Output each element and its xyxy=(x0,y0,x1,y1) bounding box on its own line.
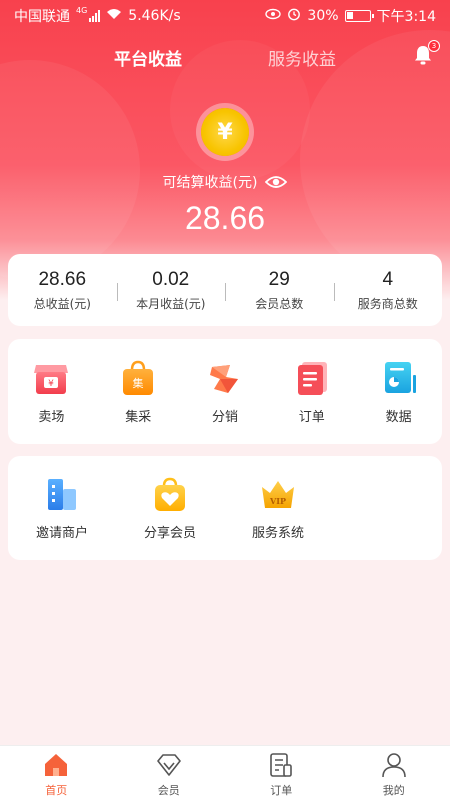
balance-value: 28.66 xyxy=(184,200,266,236)
eye-comfort-icon xyxy=(265,8,282,24)
nav-label: 会员 xyxy=(157,784,180,797)
shopping-bag-icon: 集 xyxy=(123,360,154,395)
stat-provider-count[interactable]: 4 服务商总数 xyxy=(333,268,443,312)
nav-orders[interactable]: 订单 xyxy=(225,746,338,800)
signal-icon xyxy=(89,10,101,22)
stat-label: 服务商总数 xyxy=(357,296,418,311)
stat-value: 0.02 xyxy=(152,268,190,290)
svg-text:VIP: VIP xyxy=(269,496,286,506)
svg-text:¥: ¥ xyxy=(49,379,55,389)
balance-label-row: 可结算收益(元) xyxy=(0,172,450,192)
wifi-icon xyxy=(106,8,122,24)
stat-total-income[interactable]: 28.66 总收益(元) xyxy=(8,269,117,312)
stat-value: 28.66 xyxy=(38,268,87,290)
feature-label: 集采 xyxy=(125,409,152,425)
home-icon xyxy=(45,754,68,776)
stat-member-count[interactable]: 29 会员总数 xyxy=(225,269,334,312)
user-icon xyxy=(381,753,406,778)
coin-icon: ¥ xyxy=(201,108,249,156)
carrier-name: 中国联通 xyxy=(14,9,70,25)
service-label: 服务系统 xyxy=(251,526,304,541)
feature-orders[interactable]: 订单 xyxy=(268,359,355,425)
feature-grid: ¥ 卖场 集 集采 分销 订单 数据 xyxy=(8,339,442,444)
nav-label: 我的 xyxy=(382,784,405,797)
nav-mine[interactable]: 我的 xyxy=(338,746,450,800)
battery-icon xyxy=(344,10,374,22)
feature-label: 数据 xyxy=(385,409,412,425)
nav-member[interactable]: 会员 xyxy=(113,746,226,800)
stat-label: 会员总数 xyxy=(255,296,304,311)
service-invite-merchant[interactable]: 邀请商户 xyxy=(8,475,116,541)
invite-merchant-icon xyxy=(48,479,76,510)
service-label: 邀请商户 xyxy=(35,526,88,541)
nav-home[interactable]: 首页 xyxy=(0,746,113,800)
feature-data[interactable]: 数据 xyxy=(355,359,442,425)
store-icon: ¥ xyxy=(34,364,69,394)
stat-value: 29 xyxy=(268,268,290,290)
nav-label: 首页 xyxy=(45,784,68,797)
stat-label: 总收益(元) xyxy=(33,296,91,311)
stats-card: 28.66 总收益(元) 0.02 本月收益(元) 29 会员总数 4 服务商总… xyxy=(8,254,442,326)
order-icon xyxy=(297,361,327,395)
tab-platform-income[interactable]: 平台收益 xyxy=(114,45,182,70)
feature-distribution[interactable]: 分销 xyxy=(182,359,269,425)
vip-crown-icon: VIP xyxy=(262,481,294,508)
feature-label: 卖场 xyxy=(38,409,65,425)
tab-service-income[interactable]: 服务收益 xyxy=(268,45,336,70)
eye-icon[interactable] xyxy=(265,174,288,190)
balance-label: 可结算收益(元) xyxy=(162,175,258,191)
alarm-icon xyxy=(287,7,301,25)
network-speed: 5.46K/s xyxy=(128,8,181,24)
status-bar: 中国联通 4G 5.46K/s 30% 下午3:14 xyxy=(0,0,450,32)
notification-bell-icon[interactable]: 3 xyxy=(412,40,440,68)
service-share-member[interactable]: 分享会员 xyxy=(116,475,224,541)
stat-label: 本月收益(元) xyxy=(136,296,206,311)
services-grid: 邀请商户 分享会员 VIP 服务系统 xyxy=(8,456,442,560)
svg-text:集: 集 xyxy=(133,376,144,390)
network-type: 4G xyxy=(76,6,88,15)
service-system[interactable]: VIP 服务系统 xyxy=(224,475,332,541)
order-list-icon xyxy=(270,753,293,777)
feature-label: 分销 xyxy=(211,409,238,425)
nav-label: 订单 xyxy=(270,784,293,797)
data-icon xyxy=(384,361,416,393)
top-tabs: 平台收益 服务收益 xyxy=(0,40,450,74)
distribution-icon xyxy=(209,364,238,393)
stat-value: 4 xyxy=(382,268,394,290)
service-label: 分享会员 xyxy=(143,526,196,541)
feature-label: 订单 xyxy=(298,409,325,425)
diamond-icon xyxy=(156,754,181,776)
share-member-icon xyxy=(155,477,185,511)
battery-percent: 30% xyxy=(307,8,339,24)
feature-store[interactable]: ¥ 卖场 xyxy=(8,359,95,425)
clock-time: 下午3:14 xyxy=(376,9,436,25)
bottom-nav: 首页 会员 订单 我的 xyxy=(0,745,450,800)
stat-monthly-income[interactable]: 0.02 本月收益(元) xyxy=(116,268,226,312)
notification-badge: 3 xyxy=(428,40,440,52)
feature-group-buy[interactable]: 集 集采 xyxy=(95,359,182,425)
